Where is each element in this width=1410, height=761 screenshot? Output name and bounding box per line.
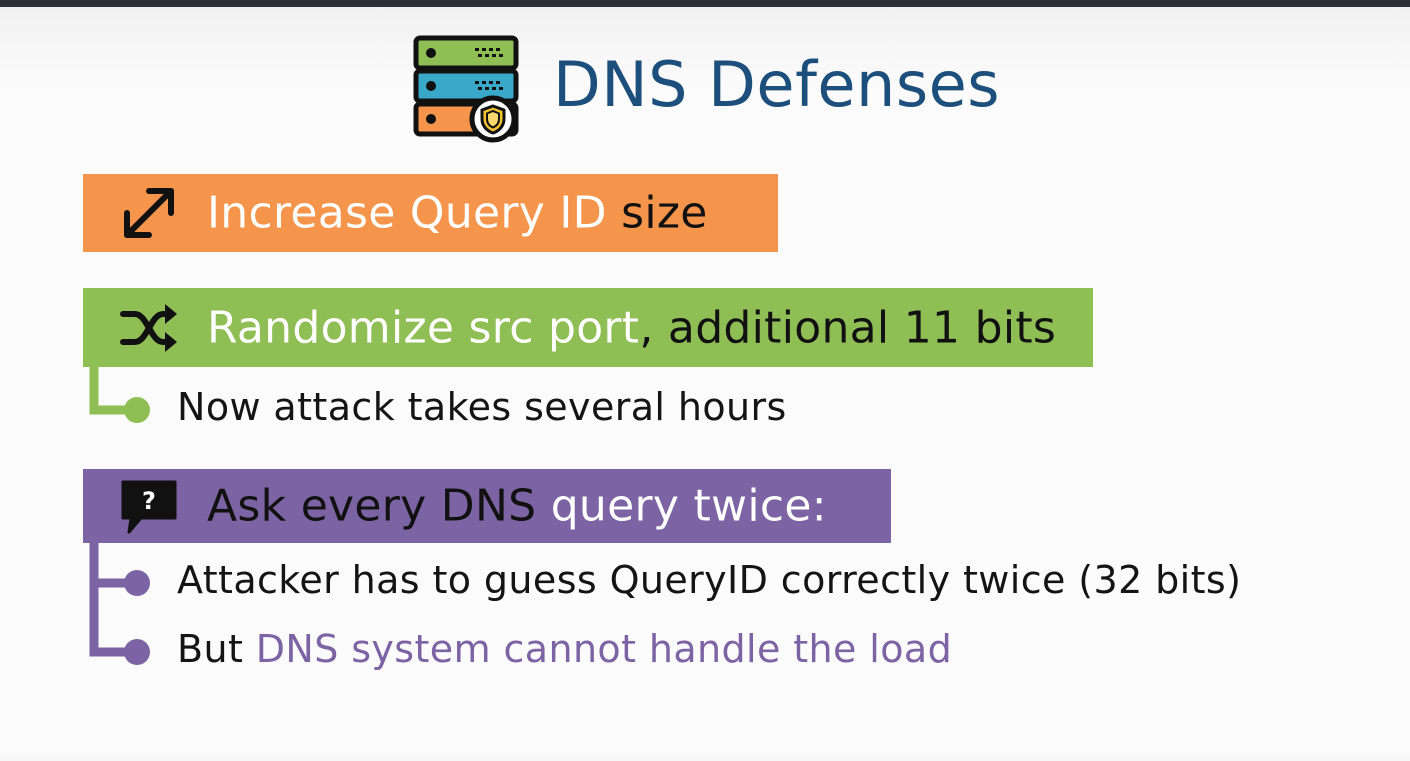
banner-3-text: Ask every DNS query twice: (207, 481, 827, 532)
banner-3-text-white: query twice: (550, 480, 827, 532)
banner-2-text-dark: , additional 11 bits (639, 302, 1057, 353)
server-shield-icon (413, 35, 519, 143)
banner-1-text: Increase Query ID size (207, 188, 708, 239)
banner-1-text-dark: size (621, 187, 708, 239)
banner-1-text-white: Increase Query ID (207, 187, 622, 239)
banner-2-text-white: Randomize src port (207, 302, 640, 353)
banner-increase-query-id: Increase Query ID size (83, 174, 778, 252)
purple-connector-line (89, 537, 137, 657)
top-strip (0, 0, 1410, 7)
green-bullet-dot (124, 397, 150, 423)
svg-text:?: ? (142, 487, 156, 515)
bullet-attack-hours: Now attack takes several hours (177, 385, 787, 429)
banner-ask-twice: ? Ask every DNS query twice: (83, 469, 891, 543)
resize-arrow-icon (124, 188, 174, 238)
bullet-guess-twice: Attacker has to guess QueryID correctly … (177, 558, 1242, 602)
purple-bullet-dot-1 (124, 570, 150, 596)
purple-bullet-dot-2 (124, 639, 150, 665)
bullet-dns-load-purple: DNS system cannot handle the load (255, 627, 953, 671)
banner-randomize-src-port: Randomize src port, additional 11 bits (83, 288, 1093, 367)
shuffle-icon (120, 303, 177, 352)
banner-3-text-dark: Ask every DNS (207, 480, 551, 532)
green-connector-line (89, 360, 137, 415)
bullet-dns-load-dark: But (177, 627, 256, 671)
question-bubble-icon: ? (121, 480, 177, 534)
slide: DNS Defenses Increase Query ID size Rand… (0, 7, 1410, 754)
page-title: DNS Defenses (553, 48, 1001, 121)
bullet-dns-load: But DNS system cannot handle the load (177, 627, 952, 671)
banner-2-text: Randomize src port, additional 11 bits (207, 302, 1056, 353)
